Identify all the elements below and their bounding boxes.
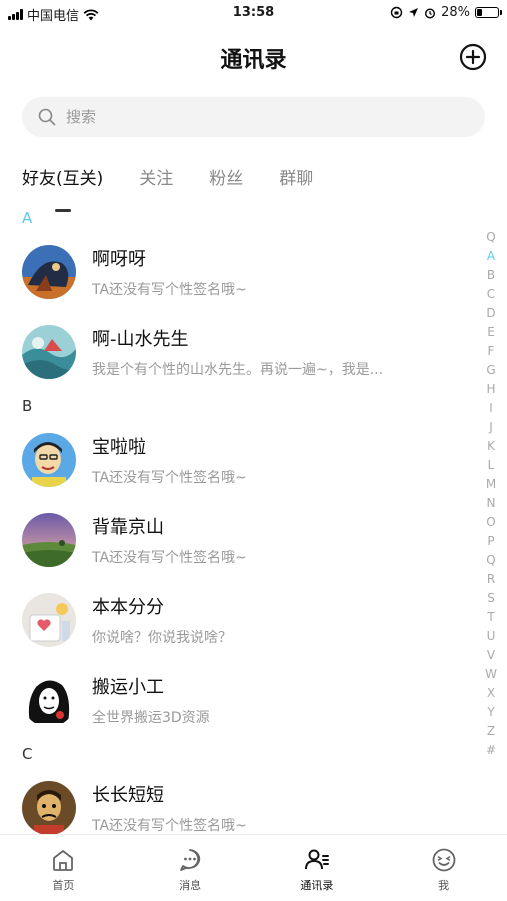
avatar — [22, 325, 76, 379]
search-input[interactable] — [64, 107, 448, 127]
contact-tabs: 好友(互关) 关注 粉丝 群聊 — [22, 160, 349, 200]
section-header-a: A — [22, 209, 33, 227]
contact-signature: 你说啥？你说我说啥？ — [92, 630, 232, 646]
index-letter-o[interactable]: O — [486, 513, 495, 532]
index-letter-v[interactable]: V — [487, 646, 495, 665]
avatar — [22, 781, 76, 834]
message-icon — [180, 849, 201, 871]
alphabet-index[interactable]: Q A B C D E F G H I J K L M N O P Q R S … — [483, 228, 499, 760]
index-letter-m[interactable]: M — [486, 475, 496, 494]
contact-name: 本本分分 — [92, 597, 164, 618]
tab-groups[interactable]: 群聊 — [279, 160, 313, 200]
contact-name: 宝啦啦 — [92, 437, 146, 458]
avatar — [22, 245, 76, 299]
nav-label: 首页 — [52, 879, 75, 892]
index-letter-z[interactable]: Z — [487, 722, 495, 741]
contact-signature: 全世界搬运3D资源 — [92, 710, 210, 726]
section-header-c: C — [22, 745, 33, 763]
plus-circle-icon[interactable] — [459, 43, 487, 71]
alarm-icon — [425, 7, 436, 19]
tab-friends[interactable]: 好友(互关) — [22, 160, 103, 200]
nav-messages[interactable]: 消息 — [127, 835, 254, 901]
index-letter-f[interactable]: F — [488, 342, 495, 361]
contact-item[interactable]: 啊呀呀 TA还没有写个性签名哦~ — [0, 232, 507, 312]
index-letter-l[interactable]: L — [488, 456, 495, 475]
index-letter-e[interactable]: E — [487, 323, 495, 342]
avatar — [22, 433, 76, 487]
contact-name: 背靠京山 — [92, 517, 164, 538]
contact-item[interactable]: 啊-山水先生 我是个有个性的山水先生。再说一遍~，我是... — [0, 312, 507, 392]
tab-following[interactable]: 关注 — [139, 160, 173, 200]
section-header-b: B — [22, 397, 33, 415]
index-letter-h[interactable]: H — [486, 380, 495, 399]
index-letter-q[interactable]: Q — [486, 228, 495, 247]
index-letter-s[interactable]: S — [487, 589, 495, 608]
location-icon — [409, 8, 419, 17]
contacts-icon — [304, 849, 329, 870]
contact-name: 搬运小工 — [92, 677, 164, 698]
index-letter-c[interactable]: C — [487, 285, 495, 304]
nav-home[interactable]: 首页 — [0, 835, 127, 901]
contact-signature: TA还没有写个性签名哦~ — [92, 550, 247, 566]
bottom-nav: 首页 消息 通讯录 我 — [0, 834, 507, 901]
contact-item[interactable]: 长长短短 TA还没有写个性签名哦~ — [0, 768, 507, 834]
index-letter-t[interactable]: T — [487, 608, 494, 627]
contact-name: 啊-山水先生 — [92, 329, 189, 350]
index-letter-u[interactable]: U — [487, 627, 496, 646]
header: 通讯录 — [0, 26, 507, 88]
index-letter-d[interactable]: D — [486, 304, 495, 323]
page-title: 通讯录 — [220, 48, 287, 73]
search-icon — [38, 108, 56, 126]
nav-label: 消息 — [179, 879, 202, 892]
contact-list[interactable]: A 啊呀呀 TA还没有写个性签名哦~ 啊-山水先生 我是个有个性的山水先生。再说… — [0, 204, 507, 834]
rotation-lock-icon — [390, 6, 403, 19]
nav-label: 通讯录 — [300, 879, 334, 892]
index-letter-x[interactable]: X — [487, 684, 495, 703]
contact-signature: TA还没有写个性签名哦~ — [92, 282, 247, 298]
index-letter-j[interactable]: J — [489, 418, 493, 437]
search-bar[interactable] — [22, 97, 485, 137]
contact-signature: 我是个有个性的山水先生。再说一遍~，我是... — [92, 362, 384, 378]
index-letter-a[interactable]: A — [487, 247, 495, 266]
contact-item[interactable]: 本本分分 你说啥？你说我说啥？ — [0, 580, 507, 660]
contact-name: 长长短短 — [92, 785, 164, 806]
battery-percent: 28% — [441, 5, 470, 20]
index-letter-b[interactable]: B — [487, 266, 495, 285]
index-letter-i[interactable]: I — [489, 399, 493, 418]
smiley-icon — [432, 848, 456, 872]
index-letter-r[interactable]: R — [487, 570, 495, 589]
index-letter-hash[interactable]: # — [486, 741, 496, 760]
contact-signature: TA还没有写个性签名哦~ — [92, 818, 247, 834]
contact-item[interactable]: 搬运小工 全世界搬运3D资源 — [0, 660, 507, 740]
index-letter-q2[interactable]: Q — [486, 551, 495, 570]
index-letter-w[interactable]: W — [485, 665, 497, 684]
index-letter-p[interactable]: P — [487, 532, 494, 551]
home-icon — [53, 850, 74, 871]
index-letter-y[interactable]: Y — [487, 703, 494, 722]
index-letter-g[interactable]: G — [486, 361, 495, 380]
contact-signature: TA还没有写个性签名哦~ — [92, 470, 247, 486]
nav-contacts[interactable]: 通讯录 — [254, 835, 381, 901]
nav-label: 我 — [438, 879, 450, 892]
avatar — [22, 513, 76, 567]
status-bar: 中国电信 13:58 28% — [0, 0, 507, 26]
index-letter-k[interactable]: K — [487, 437, 495, 456]
tab-fans[interactable]: 粉丝 — [209, 160, 243, 200]
battery-icon — [475, 7, 502, 18]
avatar — [22, 593, 76, 647]
nav-me[interactable]: 我 — [380, 835, 507, 901]
contact-name: 啊呀呀 — [92, 249, 146, 270]
avatar — [22, 673, 76, 727]
index-letter-n[interactable]: N — [487, 494, 496, 513]
contact-item[interactable]: 背靠京山 TA还没有写个性签名哦~ — [0, 500, 507, 580]
contact-item[interactable]: 宝啦啦 TA还没有写个性签名哦~ — [0, 420, 507, 500]
